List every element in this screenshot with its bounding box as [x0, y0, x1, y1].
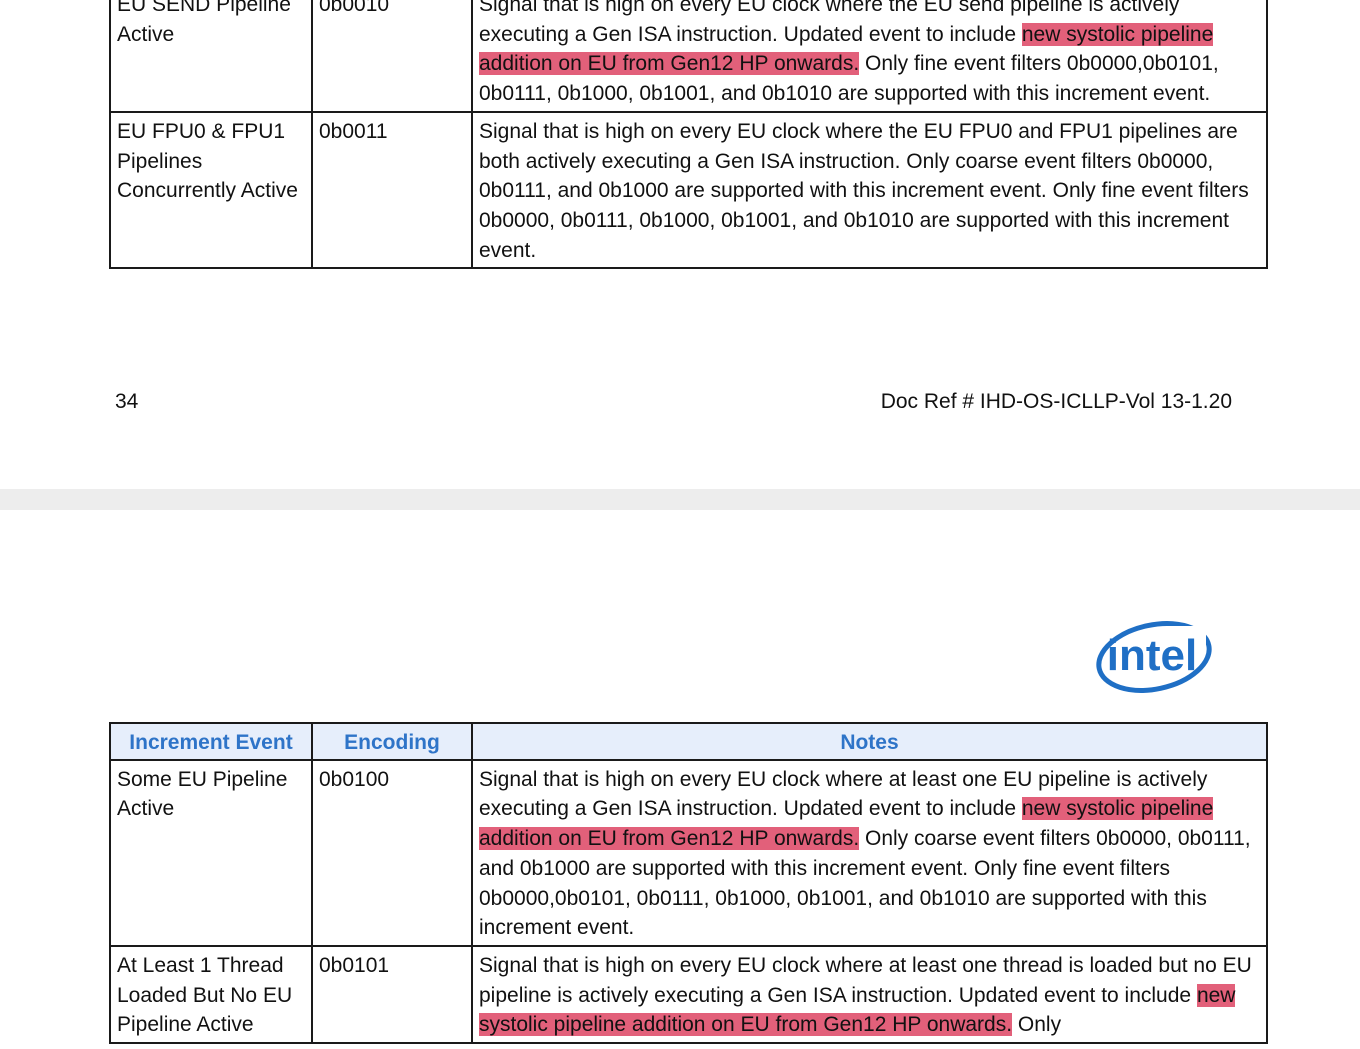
notes-cell: Signal that is high on every EU clock wh…: [471, 944, 1268, 1045]
notes-text: Signal that is high on every EU clock wh…: [479, 119, 1249, 262]
notes-cell: Signal that is high on every EU clock wh…: [471, 758, 1268, 947]
table-row: At Least 1 Thread Loaded But No EU Pipel…: [109, 944, 1268, 1045]
notes-text: Signal that is high on every EU clock wh…: [479, 953, 1252, 1007]
event-cell: Some EU Pipeline Active: [109, 758, 313, 947]
page-separator: [0, 489, 1360, 510]
table-row: Some EU Pipeline Active 0b0100 Signal th…: [109, 758, 1268, 947]
table-row: EU SEND Pipeline Active 0b0010 Signal th…: [109, 0, 1268, 113]
table-header-row: Increment Event Encoding Notes: [109, 722, 1268, 761]
header-increment-event: Increment Event: [109, 722, 313, 761]
doc-reference: Doc Ref # IHD-OS-ICLLP-Vol 13-1.20: [880, 390, 1232, 413]
table-row: EU FPU0 & FPU1 Pipelines Concurrently Ac…: [109, 110, 1268, 270]
logo-wordmark: intel: [1107, 631, 1197, 680]
document-page-35: intel Increment Event Encoding Notes Som…: [0, 510, 1360, 1049]
notes-cell: Signal that is high on every EU clock wh…: [471, 0, 1268, 113]
notes-cell: Signal that is high on every EU clock wh…: [471, 110, 1268, 270]
encoding-cell: 0b0011: [311, 110, 473, 270]
encoding-cell: 0b0101: [311, 944, 473, 1045]
event-cell: EU FPU0 & FPU1 Pipelines Concurrently Ac…: [109, 110, 313, 270]
increment-event-table: Increment Event Encoding Notes Some EU P…: [109, 722, 1268, 1045]
increment-event-table-continued: EU SEND Pipeline Active 0b0010 Signal th…: [109, 0, 1268, 270]
event-cell: EU SEND Pipeline Active: [109, 0, 313, 113]
encoding-cell: 0b0100: [311, 758, 473, 947]
event-cell: At Least 1 Thread Loaded But No EU Pipel…: [109, 944, 313, 1045]
header-notes: Notes: [471, 722, 1268, 761]
intel-logo: intel: [1096, 621, 1212, 693]
page-number: 34: [115, 390, 139, 413]
header-encoding: Encoding: [311, 722, 473, 761]
document-page-34: EU SEND Pipeline Active 0b0010 Signal th…: [0, 0, 1360, 489]
notes-text: Only: [1012, 1013, 1062, 1037]
encoding-cell: 0b0010: [311, 0, 473, 113]
